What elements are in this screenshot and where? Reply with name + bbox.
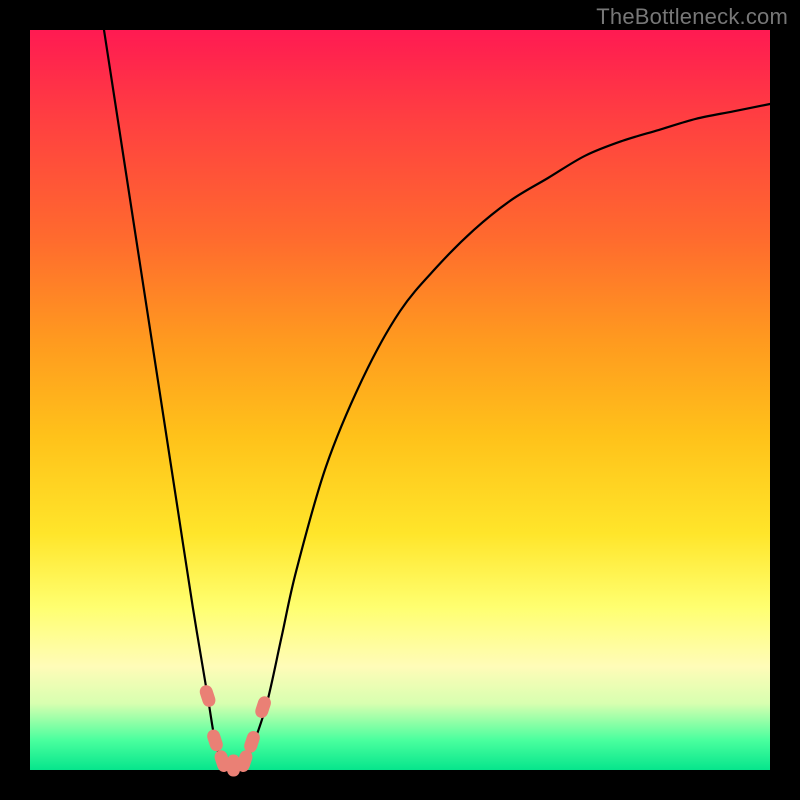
curve-marker (254, 695, 273, 720)
plot-area (30, 30, 770, 770)
watermark-label: TheBottleneck.com (596, 4, 788, 30)
chart-frame: TheBottleneck.com (0, 0, 800, 800)
bottleneck-curve (104, 30, 770, 771)
marker-group (198, 684, 273, 777)
curve-marker (205, 728, 224, 753)
chart-svg (30, 30, 770, 770)
curve-marker (198, 684, 217, 709)
